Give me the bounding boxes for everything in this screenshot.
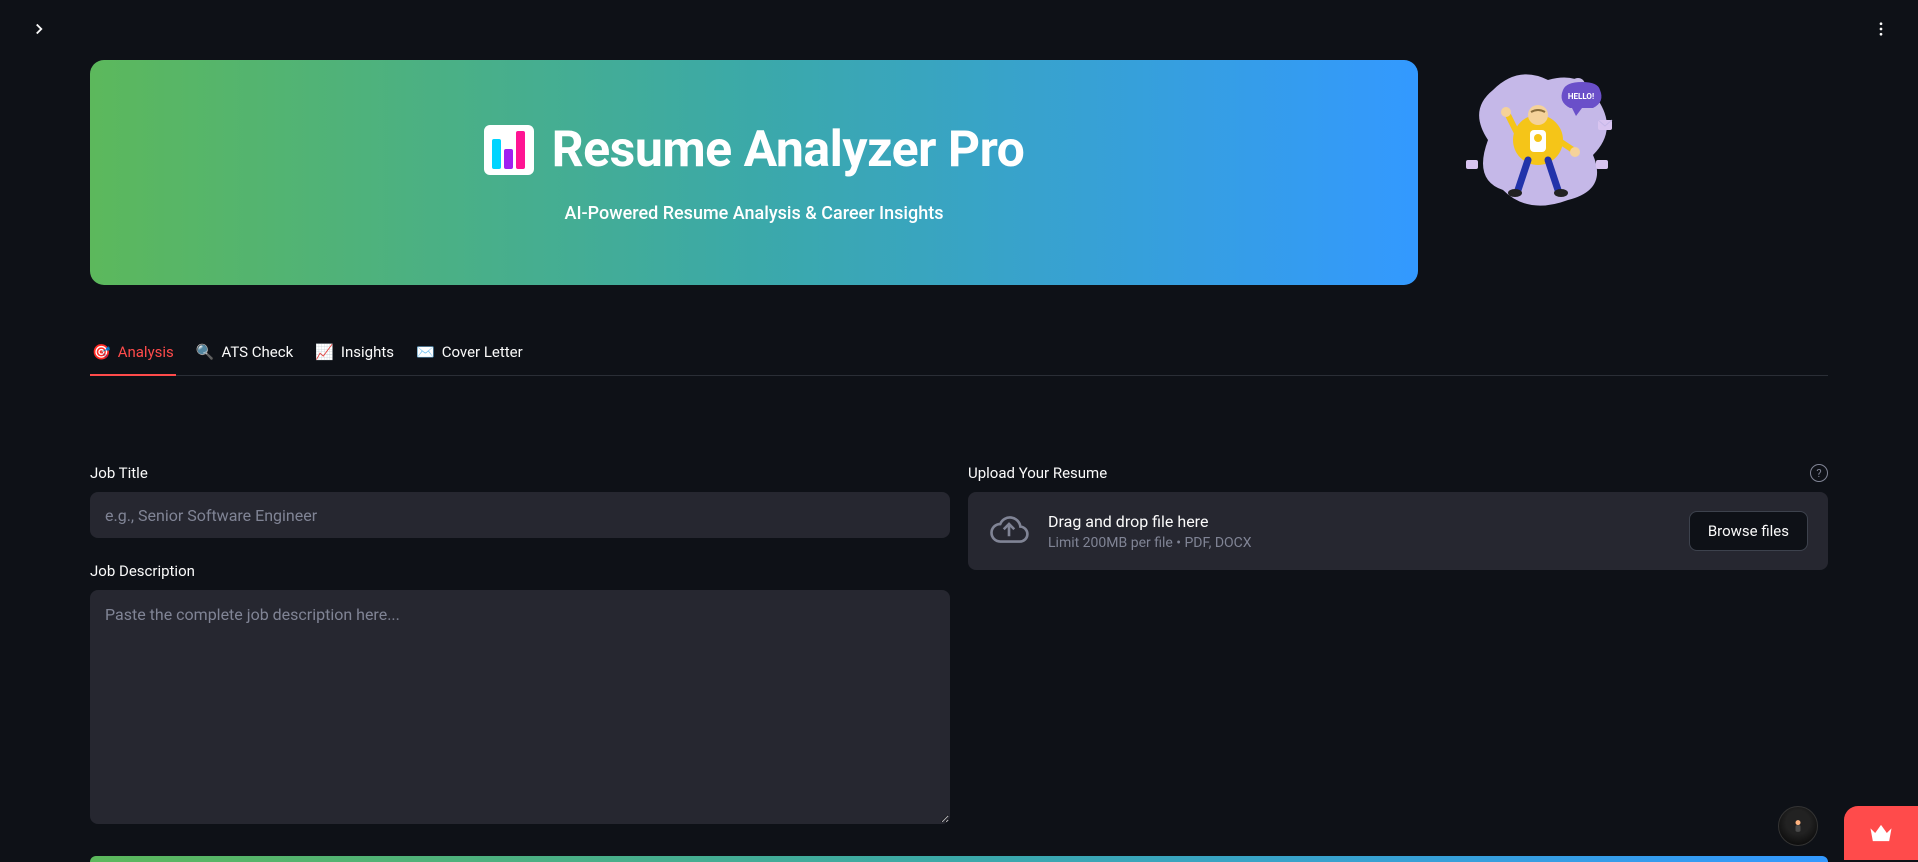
- dropzone-text: Drag and drop file here: [1048, 512, 1671, 531]
- job-description-label: Job Description: [90, 562, 950, 580]
- crown-icon: [1867, 819, 1895, 847]
- browse-files-button[interactable]: Browse files: [1689, 511, 1808, 551]
- user-avatar[interactable]: [1778, 806, 1818, 846]
- app-title: Resume Analyzer Pro: [552, 121, 1025, 179]
- tab-cover-letter[interactable]: ✉️ Cover Letter: [414, 333, 525, 375]
- premium-tab[interactable]: [1844, 806, 1918, 860]
- job-description-input[interactable]: [90, 590, 950, 824]
- mascot-bubble-text: HELLO!: [1568, 92, 1594, 101]
- tab-analysis[interactable]: 🎯 Analysis: [90, 333, 176, 375]
- tab-bar: 🎯 Analysis 🔍 ATS Check 📈 Insights ✉️ Cov…: [90, 333, 1828, 376]
- mascot-illustration: HELLO!: [1458, 60, 1618, 220]
- tab-label: Insights: [341, 343, 394, 361]
- more-menu[interactable]: [1872, 20, 1890, 42]
- job-title-label: Job Title: [90, 464, 950, 482]
- dots-vertical-icon: [1872, 20, 1890, 38]
- chevron-right-icon: [30, 20, 48, 38]
- tab-label: Cover Letter: [442, 343, 523, 361]
- dropzone-limit: Limit 200MB per file • PDF, DOCX: [1048, 535, 1671, 551]
- app-subtitle: AI-Powered Resume Analysis & Career Insi…: [565, 203, 944, 224]
- help-icon[interactable]: ?: [1810, 464, 1828, 482]
- cloud-upload-icon: [988, 510, 1030, 552]
- chart-icon: 📈: [315, 343, 334, 361]
- hero-banner: Resume Analyzer Pro AI-Powered Resume An…: [90, 60, 1418, 285]
- bar-chart-icon: [484, 125, 534, 175]
- file-dropzone[interactable]: Drag and drop file here Limit 200MB per …: [968, 492, 1828, 570]
- target-icon: 🎯: [92, 343, 111, 361]
- upload-label: Upload Your Resume: [968, 464, 1107, 482]
- tab-insights[interactable]: 📈 Insights: [313, 333, 396, 375]
- gradient-divider: [90, 856, 1828, 862]
- avatar-icon: [1788, 816, 1808, 836]
- magnifier-icon: 🔍: [196, 343, 215, 361]
- tab-ats-check[interactable]: 🔍 ATS Check: [194, 333, 295, 375]
- job-title-input[interactable]: [90, 492, 950, 538]
- tab-label: ATS Check: [221, 343, 293, 361]
- tab-label: Analysis: [118, 343, 174, 361]
- sidebar-toggle[interactable]: [30, 20, 48, 42]
- envelope-icon: ✉️: [416, 343, 435, 361]
